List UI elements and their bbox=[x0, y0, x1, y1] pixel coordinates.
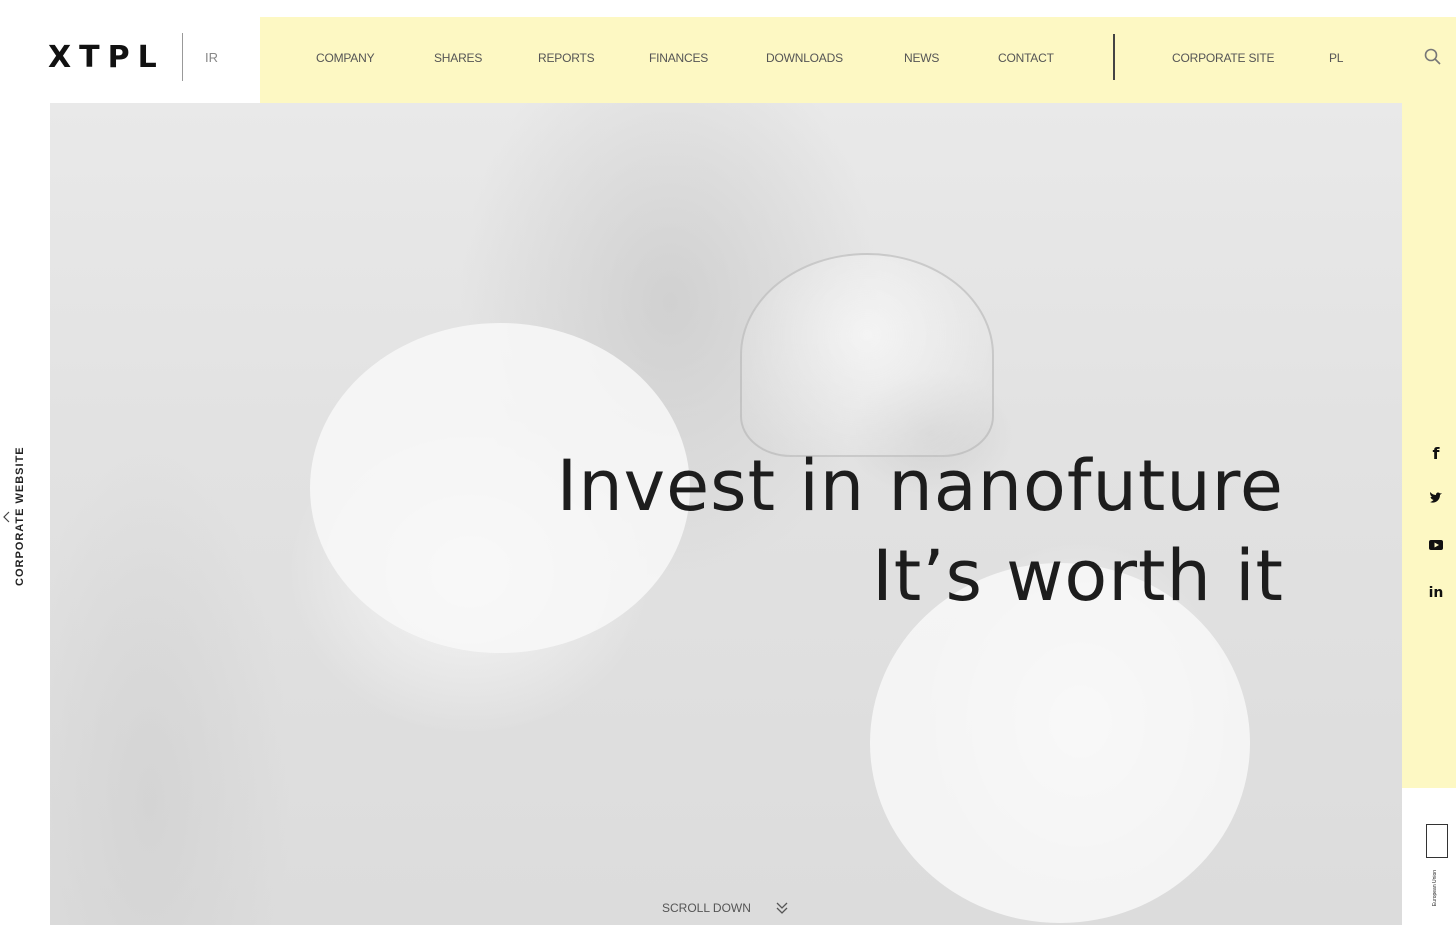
corporate-website-link[interactable]: CORPORATE WEBSITE bbox=[14, 446, 26, 586]
logo[interactable]: XTPL bbox=[48, 40, 165, 76]
top-navigation: COMPANY SHARES REPORTS FINANCES DOWNLOAD… bbox=[260, 17, 1456, 103]
eu-label: European Union bbox=[1432, 869, 1438, 907]
search-icon[interactable] bbox=[1423, 47, 1443, 67]
headline-line-2: It’s worth it bbox=[872, 535, 1284, 617]
nav-item-reports[interactable]: REPORTS bbox=[538, 51, 595, 65]
hero-image-wafer bbox=[740, 253, 994, 457]
hero-headline: Invest in nanofuture It’s worth it bbox=[557, 441, 1284, 621]
logo-divider bbox=[182, 33, 183, 81]
nav-item-shares[interactable]: SHARES bbox=[434, 51, 482, 65]
hero-banner: Invest in nanofuture It’s worth it SCROL… bbox=[50, 103, 1402, 925]
chevron-double-down-icon[interactable] bbox=[774, 900, 790, 916]
section-label: IR bbox=[205, 50, 218, 65]
scroll-down-label[interactable]: SCROLL DOWN bbox=[662, 901, 751, 915]
nav-item-contact[interactable]: CONTACT bbox=[998, 51, 1054, 65]
chevron-left-icon[interactable] bbox=[1, 510, 11, 524]
nav-item-corporate-site[interactable]: CORPORATE SITE bbox=[1172, 51, 1275, 65]
facebook-icon[interactable]: f bbox=[1426, 444, 1446, 464]
nav-item-finances[interactable]: FINANCES bbox=[649, 51, 708, 65]
nav-divider bbox=[1113, 34, 1115, 80]
eu-flag-icon bbox=[1426, 824, 1448, 858]
nav-item-downloads[interactable]: DOWNLOADS bbox=[766, 51, 843, 65]
nav-item-news[interactable]: NEWS bbox=[904, 51, 939, 65]
nav-item-language[interactable]: PL bbox=[1329, 51, 1343, 65]
twitter-icon[interactable] bbox=[1426, 490, 1446, 510]
headline-line-1: Invest in nanofuture bbox=[556, 445, 1284, 527]
nav-item-company[interactable]: COMPANY bbox=[316, 51, 375, 65]
linkedin-icon[interactable]: in bbox=[1426, 583, 1446, 603]
youtube-icon[interactable] bbox=[1426, 536, 1446, 556]
